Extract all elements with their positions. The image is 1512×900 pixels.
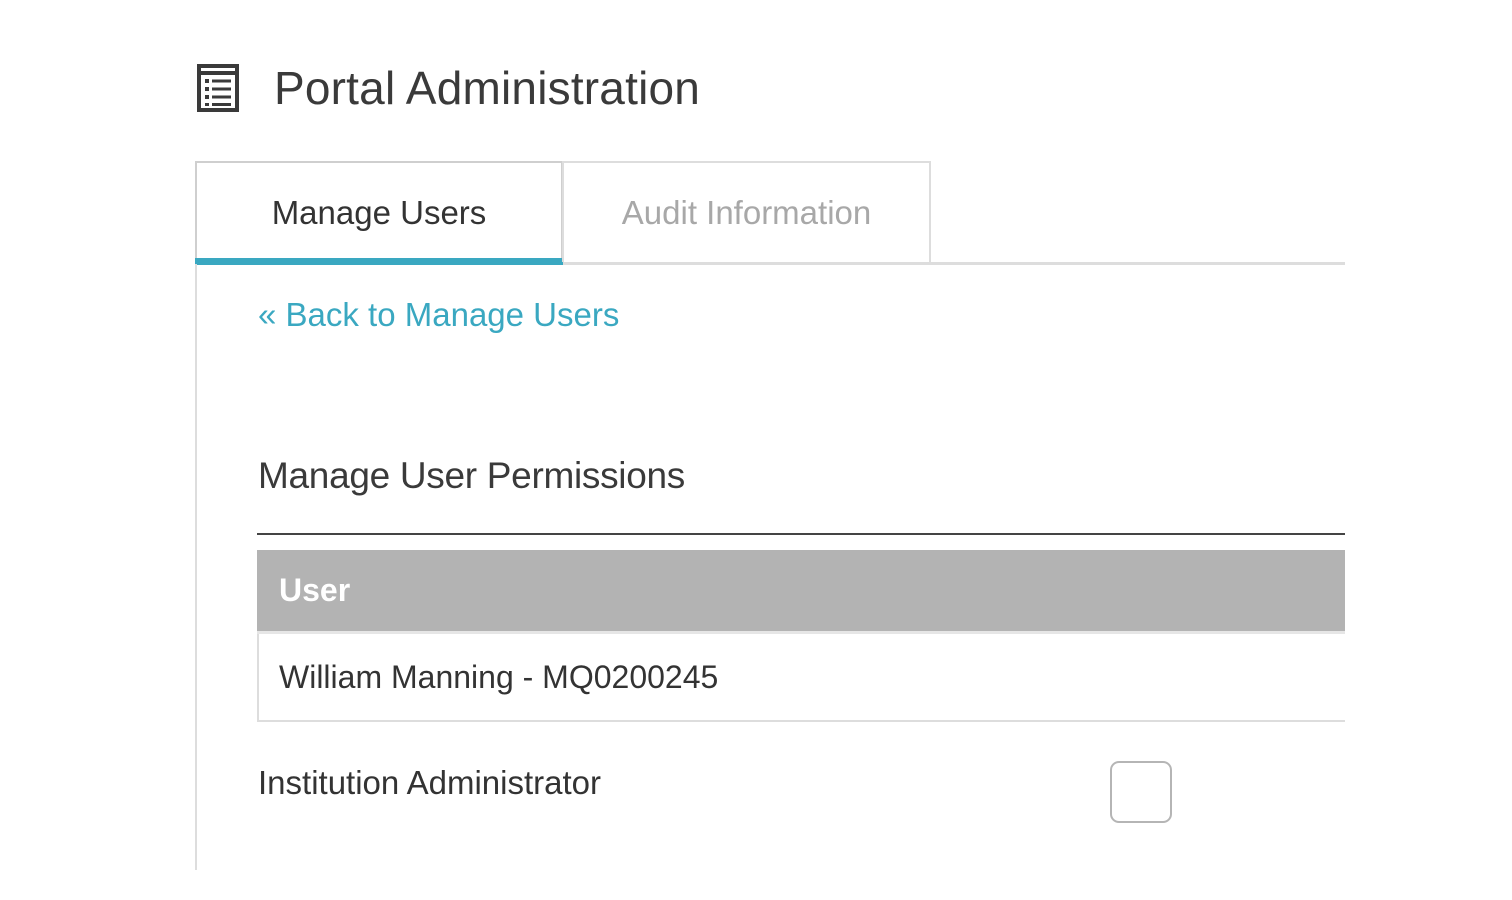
user-column-header: User bbox=[257, 550, 1345, 634]
tab-audit-information[interactable]: Audit Information bbox=[562, 161, 931, 262]
tab-bar: Manage Users Audit Information bbox=[195, 161, 1345, 265]
portal-admin-page: Portal Administration Manage Users Audit… bbox=[0, 0, 1512, 900]
tab-label: Audit Information bbox=[621, 193, 872, 231]
back-to-manage-users-link[interactable]: « Back to Manage Users bbox=[258, 296, 619, 334]
section-divider bbox=[257, 533, 1345, 535]
list-icon bbox=[196, 63, 240, 113]
table-row: William Manning - MQ0200245 bbox=[257, 634, 1345, 722]
tab-label: Manage Users bbox=[271, 193, 487, 231]
institution-administrator-checkbox[interactable] bbox=[1110, 761, 1172, 823]
page-title: Portal Administration bbox=[274, 62, 701, 114]
page-header: Portal Administration bbox=[196, 58, 700, 118]
user-table: User William Manning - MQ0200245 bbox=[257, 550, 1345, 722]
tab-manage-users[interactable]: Manage Users bbox=[195, 161, 563, 265]
section-title: Manage User Permissions bbox=[258, 455, 685, 496]
user-name-cell: William Manning - MQ0200245 bbox=[279, 658, 719, 695]
panel-left-border bbox=[195, 264, 197, 870]
institution-administrator-label: Institution Administrator bbox=[258, 764, 601, 801]
